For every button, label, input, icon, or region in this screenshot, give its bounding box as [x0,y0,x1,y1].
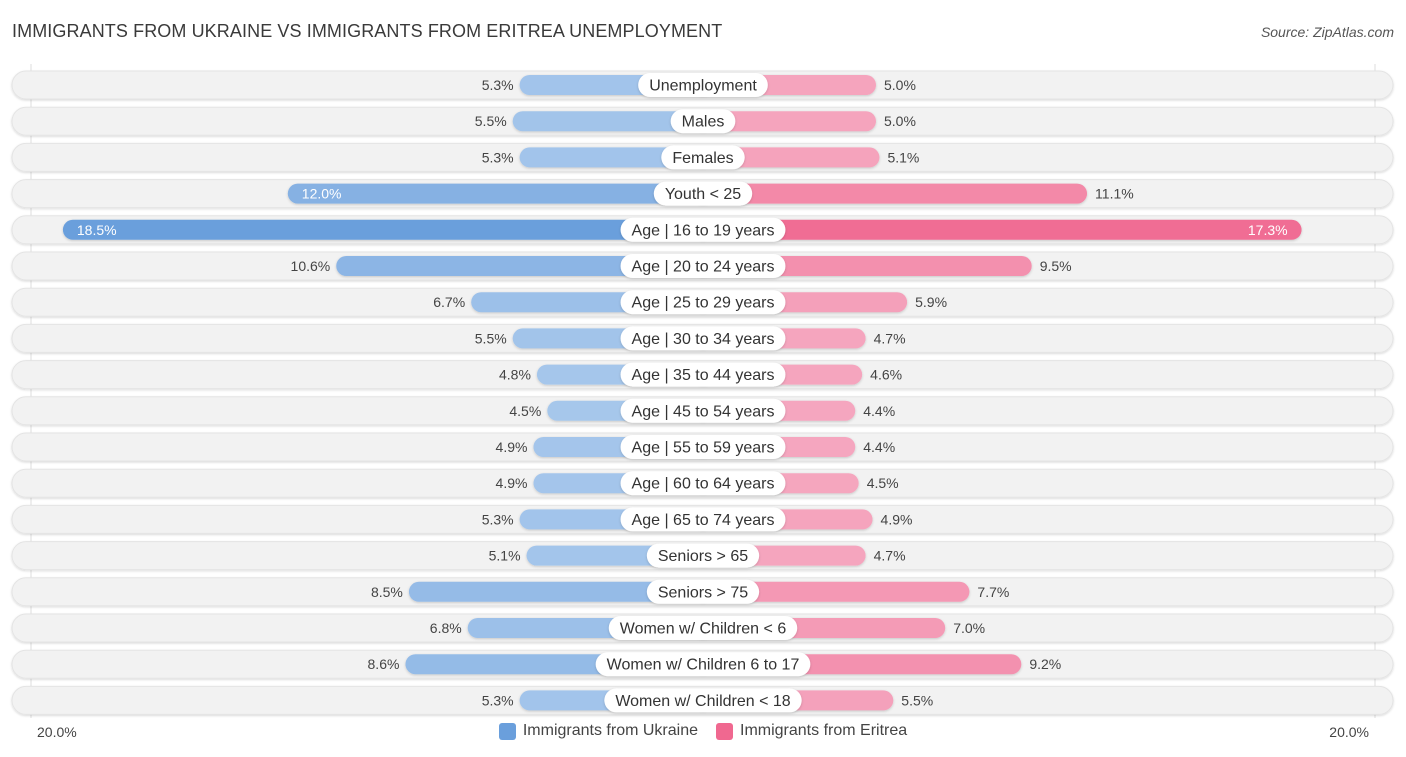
chart-row: 5.3% 4.9% Age | 65 to 74 years [11,504,1394,534]
chart-row: 6.8% 7.0% Women w/ Children < 6 [11,613,1394,643]
value-label-eritrea: 4.7% [874,330,906,346]
bar-ukraine [62,219,713,240]
value-label-eritrea: 5.9% [915,294,947,310]
value-label-ukraine: 5.5% [475,113,507,129]
value-label-eritrea: 5.0% [884,113,916,129]
category-label: Women w/ Children < 18 [615,693,790,710]
chart-row: 4.8% 4.6% Age | 35 to 44 years [11,360,1394,390]
legend-swatch-eritrea [716,722,733,740]
value-label-ukraine: 8.5% [371,584,403,600]
chart-row: 5.3% 5.0% Unemployment [11,70,1394,100]
category-label: Age | 60 to 64 years [632,476,775,493]
value-label-ukraine: 18.5% [77,222,117,238]
category-label: Age | 45 to 54 years [632,403,775,420]
category-label: Age | 20 to 24 years [632,259,775,276]
category-label: Women w/ Children < 6 [620,621,787,638]
value-label-ukraine: 4.8% [499,367,531,383]
legend-swatch-ukraine [498,722,516,740]
legend-item-eritrea[interactable]: Immigrants from Eritrea [716,722,907,740]
category-label: Males [682,114,725,131]
legend: Immigrants from Ukraine Immigrants from … [0,722,1406,740]
value-label-eritrea: 4.6% [870,367,902,383]
legend-item-ukraine[interactable]: Immigrants from Ukraine [498,722,698,740]
value-label-ukraine: 5.5% [475,330,507,346]
diverging-bar-chart: 5.3% 5.0% Unemployment 5.5% 5.0% Males 5.3% 5.1… [11,64,1394,718]
value-label-eritrea: 5.5% [901,692,933,708]
value-label-ukraine: 4.5% [509,403,541,419]
legend-label-ukraine: Immigrants from Ukraine [522,722,698,739]
chart-row: 10.6% 9.5% Age | 20 to 24 years [11,251,1394,281]
value-label-eritrea: 4.9% [881,511,913,527]
value-label-eritrea: 9.2% [1029,656,1061,672]
value-label-ukraine: 5.3% [482,77,514,93]
category-label: Age | 16 to 19 years [632,222,775,239]
chart-row: 8.5% 7.7% Seniors > 75 [11,577,1394,607]
value-label-eritrea: 5.0% [884,77,916,93]
value-label-eritrea: 17.3% [1248,222,1288,238]
value-label-ukraine: 6.7% [433,294,465,310]
category-label: Youth < 25 [665,186,741,203]
value-label-eritrea: 7.7% [977,584,1009,600]
category-label: Females [672,150,733,167]
chart-row: 8.6% 9.2% Women w/ Children 6 to 17 [11,649,1394,679]
chart-row: 5.3% 5.1% Females [11,142,1394,172]
value-label-ukraine: 5.3% [482,692,514,708]
value-label-ukraine: 4.9% [496,475,528,491]
value-label-eritrea: 7.0% [953,620,985,636]
category-label: Unemployment [649,78,757,95]
value-label-ukraine: 10.6% [291,258,331,274]
chart-row: 6.7% 5.9% Age | 25 to 29 years [11,287,1394,317]
chart-row: 4.9% 4.5% Age | 60 to 64 years [11,468,1394,498]
category-label: Seniors > 65 [658,548,748,565]
category-label: Women w/ Children 6 to 17 [607,657,800,674]
value-label-eritrea: 4.5% [867,475,899,491]
chart-row: 12.0% 11.1% Youth < 25 [11,179,1394,209]
chart-row: 5.5% 4.7% Age | 30 to 34 years [11,323,1394,353]
value-label-ukraine: 5.3% [482,511,514,527]
value-label-ukraine: 6.8% [430,620,462,636]
value-label-eritrea: 4.4% [863,403,895,419]
value-label-eritrea: 4.4% [863,439,895,455]
value-label-ukraine: 5.1% [489,548,521,564]
chart-row: 5.1% 4.7% Seniors > 65 [11,541,1394,571]
chart-row: 4.5% 4.4% Age | 45 to 54 years [11,396,1394,426]
chart-row: 5.5% 5.0% Males [11,106,1394,136]
value-label-ukraine: 12.0% [302,186,342,202]
chart-row: 18.5% 17.3% Age | 16 to 19 years [11,215,1394,245]
value-label-eritrea: 4.7% [874,548,906,564]
value-label-eritrea: 11.1% [1095,186,1134,202]
value-label-eritrea: 9.5% [1040,258,1072,274]
chart-row: 5.3% 5.5% Women w/ Children < 18 [11,685,1394,715]
value-label-ukraine: 4.9% [496,439,528,455]
category-label: Age | 35 to 44 years [632,367,775,384]
bar-ukraine [287,183,713,204]
category-label: Age | 25 to 29 years [632,295,775,312]
category-label: Age | 65 to 74 years [632,512,775,529]
value-label-ukraine: 5.3% [482,149,514,165]
category-label: Age | 30 to 34 years [632,331,775,348]
category-label: Age | 55 to 59 years [632,440,775,457]
chart-row: 4.9% 4.4% Age | 55 to 59 years [11,432,1394,462]
legend-label-eritrea: Immigrants from Eritrea [740,722,908,739]
category-label: Seniors > 75 [658,584,748,601]
value-label-eritrea: 5.1% [887,149,919,165]
value-label-ukraine: 8.6% [368,656,400,672]
